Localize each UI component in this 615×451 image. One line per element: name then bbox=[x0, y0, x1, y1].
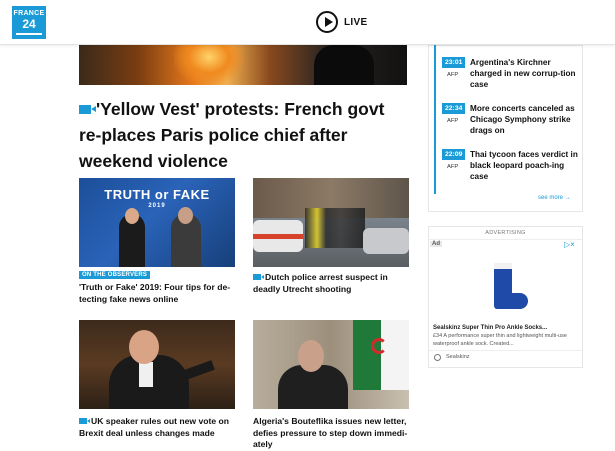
france24-logo[interactable]: FRANCE 24 bbox=[12, 6, 46, 39]
card-title[interactable]: 'Truth or Fake' 2019: Four tips for de-t… bbox=[79, 282, 239, 305]
news-text: More concerts canceled as Chicago Sympho… bbox=[470, 104, 575, 135]
crowd bbox=[305, 208, 365, 248]
ad-title[interactable]: Sealskinz Super Thin Pro Ankle Socks... bbox=[433, 325, 579, 331]
ad-badge: Ad bbox=[430, 241, 442, 247]
video-icon bbox=[253, 274, 264, 280]
truth-or-fake-image[interactable]: TRUTH or FAKE 2019 bbox=[79, 178, 235, 267]
crescent-icon bbox=[371, 338, 387, 354]
algeria-image[interactable] bbox=[253, 320, 409, 409]
card-title-text: Dutch police arrest suspect in deadly Ut… bbox=[253, 272, 388, 294]
foot bbox=[494, 293, 528, 309]
site-header: FRANCE 24 LIVE bbox=[0, 0, 615, 45]
news-text: Argentina's Kirchner charged in new corr… bbox=[470, 58, 576, 89]
head bbox=[129, 330, 159, 364]
band bbox=[494, 263, 512, 271]
card-title-text: UK speaker rules out new vote on Brexit … bbox=[79, 416, 230, 438]
sock-icon[interactable] bbox=[488, 263, 528, 318]
live-label: LIVE bbox=[344, 16, 368, 28]
time-badge: 22:34 bbox=[442, 103, 466, 114]
arm bbox=[183, 360, 215, 380]
uk-speaker-image[interactable] bbox=[79, 320, 235, 409]
news-source: AFP bbox=[447, 164, 459, 170]
image-subtitle: 2019 bbox=[148, 203, 166, 209]
algeria-flag-shape bbox=[353, 320, 409, 390]
ad-divider bbox=[429, 350, 582, 351]
time-badge: 23:01 bbox=[442, 57, 466, 68]
shirt bbox=[139, 362, 153, 387]
head bbox=[298, 340, 324, 372]
presenter-head-shape bbox=[125, 208, 139, 224]
card-title[interactable]: Dutch police arrest suspect in deadly Ut… bbox=[253, 272, 413, 295]
card-title[interactable]: UK speaker rules out new vote on Brexit … bbox=[79, 416, 239, 439]
ad-source[interactable]: Sealskinz bbox=[446, 354, 470, 360]
video-icon bbox=[79, 105, 96, 114]
news-source: AFP bbox=[447, 118, 459, 124]
logo-line2: 24 bbox=[22, 17, 36, 31]
video-icon bbox=[79, 418, 90, 424]
time-badge: 22:09 bbox=[442, 149, 466, 160]
stripe bbox=[253, 234, 303, 239]
globe-icon bbox=[434, 354, 441, 361]
fire-shape bbox=[174, 45, 244, 85]
logo-wave-icon bbox=[16, 33, 42, 35]
main-headline[interactable]: 'Yellow Vest' protests: French govt re-p… bbox=[79, 96, 409, 174]
logo-line1: FRANCE bbox=[13, 10, 45, 17]
car2 bbox=[363, 228, 409, 254]
observers-tag[interactable]: ON THE OBSERVERS bbox=[79, 271, 151, 279]
news-text: Thai tycoon faces verdict in black leopa… bbox=[470, 150, 578, 181]
advertising-label: ADVERTISING bbox=[485, 230, 526, 236]
silhouette-shape bbox=[314, 45, 374, 85]
main-headline-text: 'Yellow Vest' protests: French govt re-p… bbox=[79, 99, 385, 171]
ad-description: £34 A performance super thin and lightwe… bbox=[433, 333, 567, 347]
ad-choices-icon[interactable]: ▷× bbox=[564, 240, 575, 249]
live-button[interactable]: LIVE bbox=[316, 11, 367, 33]
timeline-line bbox=[434, 45, 436, 194]
play-icon bbox=[316, 11, 338, 33]
see-more-link[interactable]: see more → bbox=[538, 195, 571, 201]
dutch-police-image[interactable] bbox=[253, 178, 409, 267]
presenter-head-shape bbox=[178, 207, 193, 224]
image-title: TRUTH or FAKE bbox=[104, 187, 210, 202]
news-source: AFP bbox=[447, 72, 459, 78]
hero-image[interactable] bbox=[79, 45, 407, 85]
card-title[interactable]: Algeria's Bouteflika issues new letter, … bbox=[253, 416, 413, 451]
